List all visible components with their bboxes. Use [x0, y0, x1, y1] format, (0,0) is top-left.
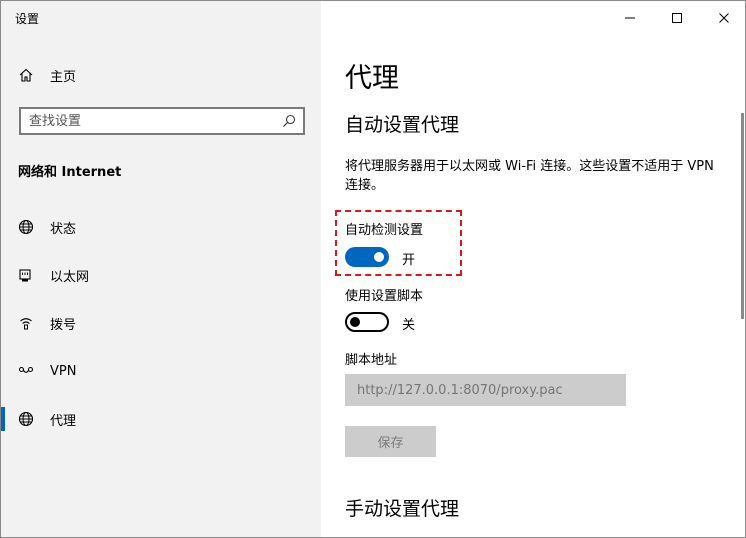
sidebar-item-label: 拨号: [50, 317, 77, 333]
search-box: [19, 107, 305, 135]
sidebar-item-dialup[interactable]: 拨号: [1, 303, 321, 343]
globe-icon: [18, 219, 34, 235]
dialup-icon: [18, 315, 34, 331]
annotation-highlight: [335, 210, 462, 276]
search-icon[interactable]: [281, 113, 297, 129]
vpn-icon: [18, 363, 34, 379]
page-title: 代理: [345, 63, 399, 94]
use-script-label: 使用设置脚本: [345, 289, 424, 304]
close-button[interactable]: [701, 1, 745, 35]
use-script-state: 关: [402, 318, 416, 333]
sidebar-item-label: VPN: [50, 363, 77, 379]
sidebar-item-label: 代理: [50, 413, 77, 429]
save-button[interactable]: 保存: [345, 426, 436, 457]
auto-proxy-heading: 自动设置代理: [345, 114, 460, 136]
settings-window: 设置 主页 网络和 Internet 状态 以太网: [0, 0, 746, 538]
sidebar: 设置 主页 网络和 Internet 状态 以太网: [1, 1, 321, 537]
sidebar-item-home[interactable]: 主页: [1, 55, 321, 95]
close-icon: [719, 13, 729, 23]
script-address-input[interactable]: [345, 374, 626, 406]
globe-icon: [18, 411, 34, 427]
proxy-description: 将代理服务器用于以太网或 Wi-Fi 连接。这些设置不适用于 VPN 连接。: [345, 159, 714, 193]
section-heading: 网络和 Internet: [18, 165, 122, 180]
sidebar-item-vpn[interactable]: VPN: [1, 351, 321, 391]
sidebar-item-proxy[interactable]: 代理: [1, 399, 321, 439]
scrollbar[interactable]: [741, 113, 744, 319]
ethernet-icon: [18, 267, 34, 283]
sidebar-item-label: 状态: [50, 221, 77, 237]
toggle-knob: [350, 317, 360, 327]
search-input[interactable]: [21, 109, 271, 133]
maximize-icon: [672, 13, 682, 23]
maximize-button[interactable]: [654, 1, 700, 35]
manual-proxy-heading: 手动设置代理: [345, 498, 460, 520]
minimize-button[interactable]: [607, 1, 653, 35]
use-script-toggle[interactable]: [345, 312, 389, 332]
home-icon: [18, 67, 34, 83]
script-address-label: 脚本地址: [345, 353, 398, 368]
sidebar-item-status[interactable]: 状态: [1, 207, 321, 247]
sidebar-item-label: 主页: [50, 69, 77, 85]
app-title: 设置: [15, 12, 40, 26]
minimize-icon: [625, 17, 635, 19]
sidebar-item-label: 以太网: [50, 269, 90, 285]
sidebar-item-ethernet[interactable]: 以太网: [1, 255, 321, 295]
main-content: 代理 自动设置代理 将代理服务器用于以太网或 Wi-Fi 连接。这些设置不适用于…: [321, 1, 745, 537]
